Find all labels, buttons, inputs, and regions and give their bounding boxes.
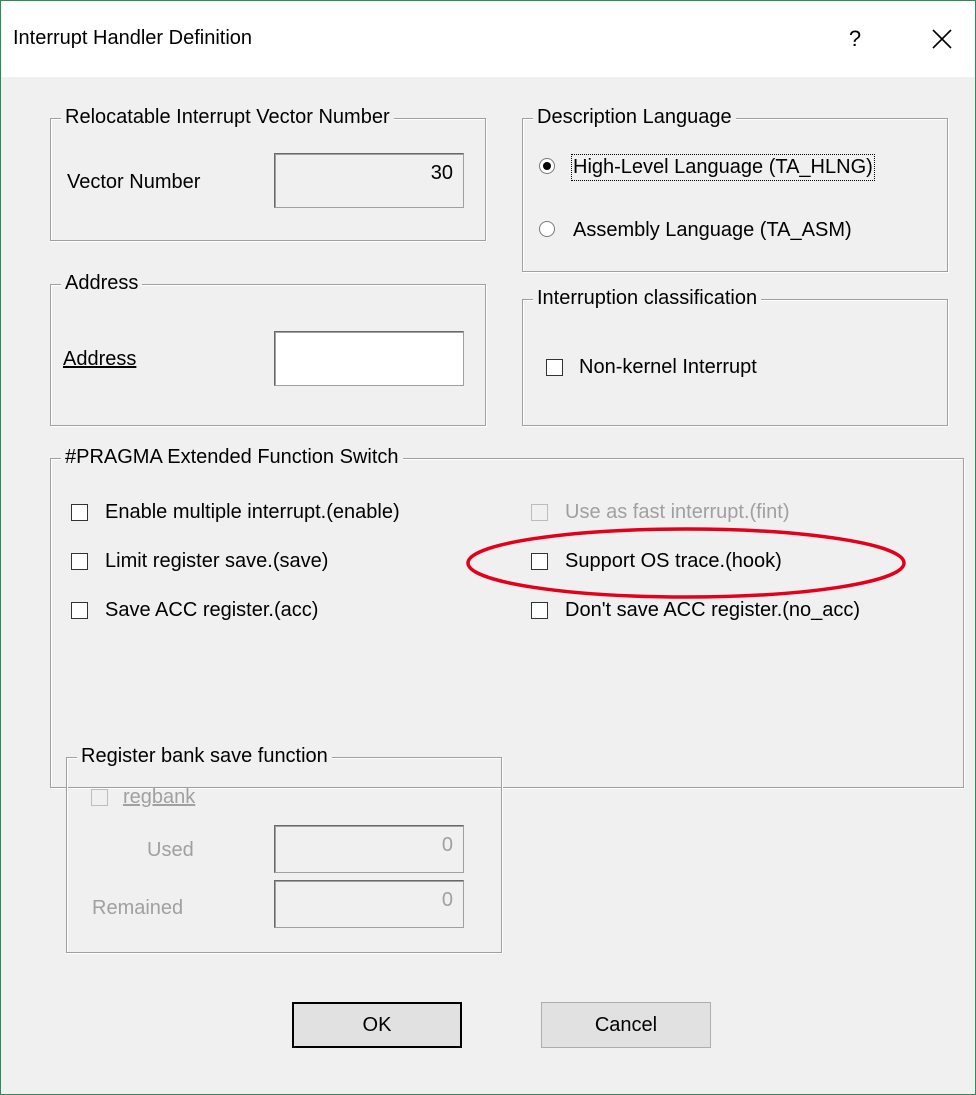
save-acc-register-label[interactable]: Save ACC register.(acc) [105, 599, 318, 622]
regbank-label: regbank [123, 786, 196, 808]
vector-number-field[interactable]: 30 [274, 153, 464, 208]
address-group-label: Address [61, 272, 143, 295]
register-bank-group-label: Register bank save function [77, 745, 332, 768]
used-field: 0 [274, 825, 464, 873]
close-icon [932, 29, 952, 49]
non-kernel-interrupt-label[interactable]: Non-kernel Interrupt [579, 356, 757, 379]
fast-interrupt-label: Use as fast interrupt.(fint) [565, 501, 790, 523]
fast-interrupt-checkbox [531, 504, 548, 521]
vector-number-label: Vector Number [67, 171, 201, 193]
cancel-button[interactable]: Cancel [541, 1002, 711, 1048]
high-level-language-label[interactable]: High-Level Language (TA_HLNG) [571, 154, 875, 181]
description-language-group-label: Description Language [533, 106, 736, 129]
pragma-group-label: #PRAGMA Extended Function Switch [61, 446, 403, 469]
title-bar[interactable]: Interrupt Handler Definition ? [1, 1, 975, 77]
close-button[interactable] [919, 13, 965, 65]
limit-register-save-label[interactable]: Limit register save.(save) [105, 550, 328, 573]
high-level-language-radio[interactable] [539, 158, 555, 174]
remained-label: Remained [92, 897, 184, 919]
enable-multiple-interrupt-checkbox[interactable] [71, 504, 88, 521]
interruption-classification-group-label: Interruption classification [533, 287, 762, 310]
dont-save-acc-register-label[interactable]: Don't save ACC register.(no_acc) [565, 599, 860, 622]
regbank-checkbox [91, 789, 108, 806]
used-label: Used [147, 839, 194, 861]
assembly-language-radio[interactable] [539, 221, 555, 237]
save-acc-register-checkbox[interactable] [71, 602, 88, 619]
limit-register-save-checkbox[interactable] [71, 553, 88, 570]
remained-field: 0 [274, 880, 464, 928]
address-input[interactable] [274, 331, 464, 386]
vector-number-group-label: Relocatable Interrupt Vector Number [61, 106, 394, 129]
address-label: Address [63, 348, 137, 370]
non-kernel-interrupt-checkbox[interactable] [546, 359, 563, 376]
description-language-group: Description Language [522, 106, 948, 272]
help-button[interactable]: ? [835, 13, 875, 65]
dialog-title: Interrupt Handler Definition [13, 27, 253, 49]
enable-multiple-interrupt-label[interactable]: Enable multiple interrupt.(enable) [105, 501, 400, 524]
dialog-window: Interrupt Handler Definition ? Relocatab… [0, 0, 976, 1095]
assembly-language-label[interactable]: Assembly Language (TA_ASM) [573, 219, 852, 242]
ok-button[interactable]: OK [292, 1002, 462, 1048]
dont-save-acc-register-checkbox[interactable] [531, 602, 548, 619]
highlight-ellipse [466, 527, 906, 599]
